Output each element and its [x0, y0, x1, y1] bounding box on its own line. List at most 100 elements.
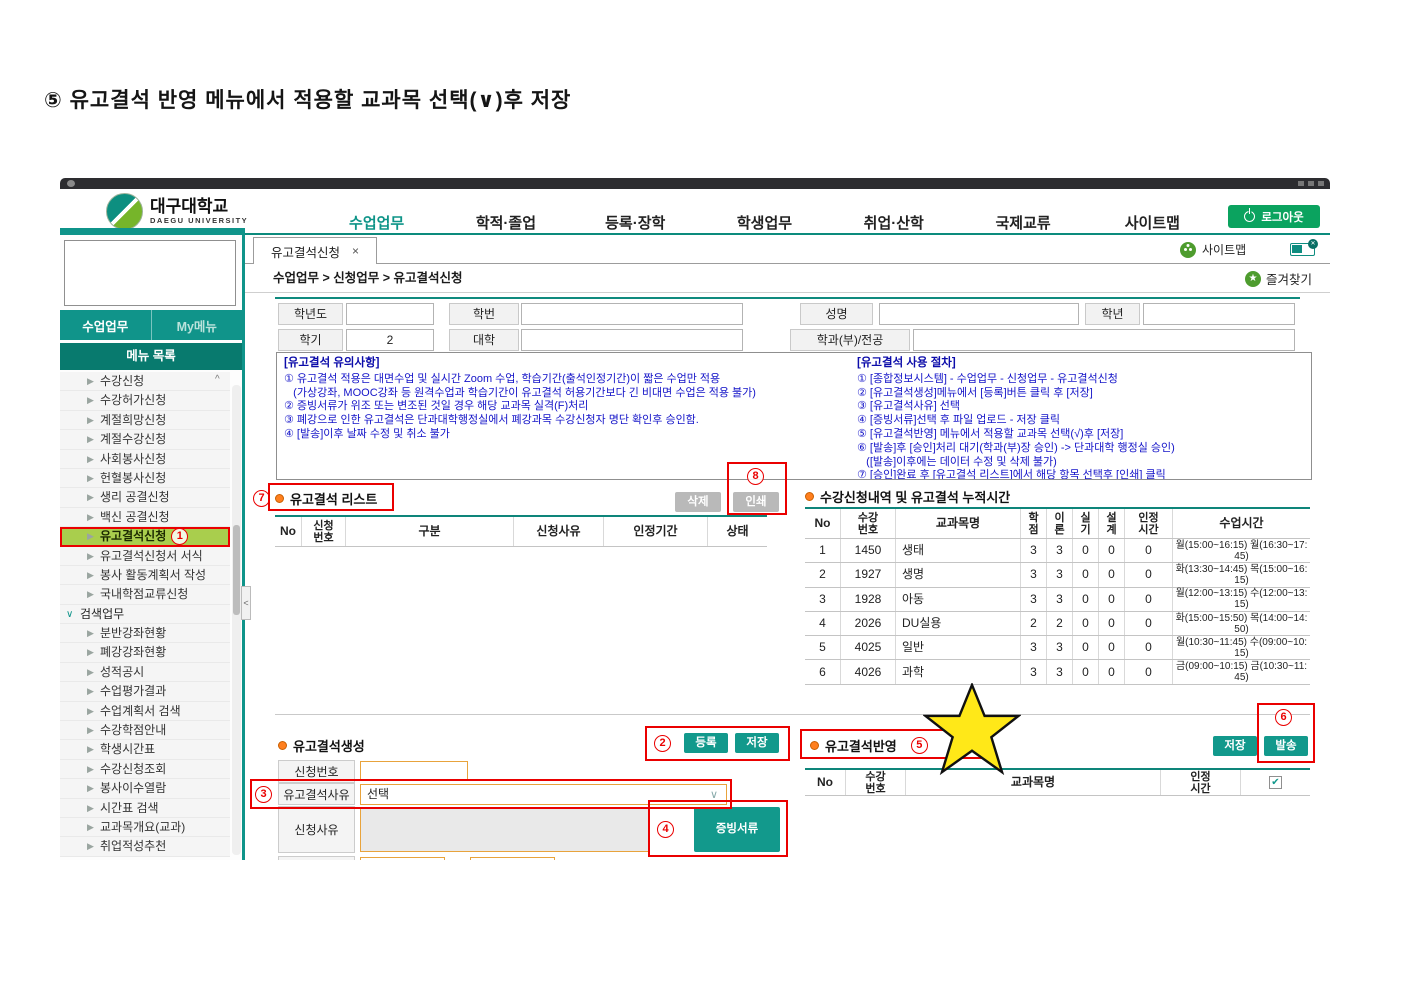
sidebar-top-strip: [60, 228, 245, 235]
apply-save-button[interactable]: 저장: [1213, 736, 1257, 756]
dept-input[interactable]: [913, 329, 1295, 351]
sidebar-item-학생시간표[interactable]: ▶ 학생시간표: [60, 740, 230, 760]
sidebar-item-봉사이수열람[interactable]: ▶ 봉사이수열람: [60, 779, 230, 799]
triangle-right-icon: ▶: [87, 821, 94, 832]
design-cell: 0: [1098, 611, 1124, 636]
sidebar-item-시간표 검색[interactable]: ▶ 시간표 검색: [60, 798, 230, 818]
student-id-input[interactable]: [521, 303, 743, 325]
column-header-신청사유: 신청사유: [513, 517, 603, 546]
sidebar-item-국내학점교류신청[interactable]: ▶ 국내학점교류신청: [60, 585, 230, 605]
evidence-button[interactable]: 증빙서류: [694, 807, 780, 852]
notice-line: ② 증빙서류가 위조 또는 변조된 것일 경우 해당 교과목 실격(F)처리: [284, 400, 589, 413]
term-input[interactable]: 2: [346, 329, 434, 351]
sidebar-item-수강신청[interactable]: ▶ 수강신청: [60, 372, 230, 392]
sidebar-item-헌혈봉사신청[interactable]: ▶ 헌혈봉사신청: [60, 468, 230, 489]
enrollment-row[interactable]: 3 1928 아동 3 3 0 0 0 월(12:00~13:15) 수(12:00~13:15…: [805, 587, 1310, 612]
sidebar-item-유고결석신청서 서식[interactable]: ▶ 유고결석신청서 서식: [60, 546, 230, 566]
enrollment-row[interactable]: 2 1927 생명 3 3 0 0 0 화(13:30~14:45) 목(15:00~16:15…: [805, 563, 1310, 588]
sidebar-item-성적공시[interactable]: ▶ 성적공시: [60, 662, 230, 683]
main-content: 유고결석신청 × 사이트맵 수업업무 > 신청업무 > 유고결석신청 ★ 즐겨찾…: [245, 235, 1330, 860]
triangle-right-icon: ▶: [87, 647, 94, 658]
grade-input[interactable]: [1143, 303, 1295, 325]
sidebar-item-수업계획서 검색[interactable]: ▶ 수업계획서 검색: [60, 701, 230, 722]
year-input[interactable]: [346, 303, 434, 325]
sidebar: 수업업무 My메뉴 메뉴 목록 ▶ 수강신청 ▶ 수강허가신청 ▶ 계절희망신청 ▶ 계절수강…: [60, 235, 242, 860]
sidebar-tab-mymenu[interactable]: My메뉴: [150, 310, 243, 340]
tab-close-icon[interactable]: ×: [352, 244, 359, 258]
print-button[interactable]: 인쇄: [733, 492, 779, 512]
browser-chrome-bar: [60, 178, 1330, 189]
sidebar-scrollbar-thumb[interactable]: [233, 525, 240, 615]
sidebar-item-검색업무[interactable]: ∨ 검색업무: [60, 604, 230, 625]
sidebar-scrollbar[interactable]: [232, 385, 241, 855]
favorite-button[interactable]: ★ 즐겨찾기: [1245, 269, 1312, 288]
lecture-cell: 3: [1046, 563, 1072, 587]
multi-window-icon[interactable]: [1290, 239, 1318, 256]
sidebar-item-생리 공결신청[interactable]: ▶ 생리 공결신청: [60, 488, 230, 508]
sitemap-link[interactable]: 사이트맵: [1180, 241, 1246, 258]
row-no-cell: 6: [819, 664, 826, 679]
column-header-No: No: [280, 524, 296, 538]
triangle-right-icon: ▶: [87, 686, 94, 697]
name-input[interactable]: [879, 303, 1079, 325]
absence-reason-select[interactable]: 선택 ∨: [360, 784, 727, 805]
triangle-right-icon: ▶: [87, 569, 94, 580]
sidebar-item-폐강강좌현황[interactable]: ▶ 폐강강좌현황: [60, 643, 230, 663]
college-label: 대학: [449, 329, 519, 351]
sitemap-label: 사이트맵: [1202, 243, 1247, 257]
request-no-input[interactable]: [360, 761, 468, 781]
sidebar-item-교과목개요(교과)[interactable]: ▶ 교과목개요(교과): [60, 817, 230, 838]
enrollment-row[interactable]: 6 4026 과학 3 3 0 0 0 금(09:00~10:15) 금(10:30~11:45…: [805, 660, 1310, 685]
detail-reason-textarea[interactable]: [360, 807, 650, 852]
sidebar-item-사회봉사신청[interactable]: ▶ 사회봉사신청: [60, 449, 230, 469]
annotation-badge-7: 7: [253, 490, 270, 507]
absence-reason-selected-value: 선택: [367, 787, 390, 801]
sidebar-item-봉사 활동계획서 작성[interactable]: ▶ 봉사 활동계획서 작성: [60, 565, 230, 586]
annotation-badge-2: 2: [654, 735, 671, 752]
sidebar-item-수강학점안내[interactable]: ▶ 수강학점안내: [60, 721, 230, 741]
favorite-label: 즐겨찾기: [1266, 273, 1313, 287]
breadcrumb: 수업업무 > 신청업무 > 유고결석신청: [273, 271, 463, 285]
sidebar-item-label: 수업평가결과: [100, 684, 167, 699]
sidebar-item-분반강좌현황[interactable]: ▶ 분반강좌현황: [60, 624, 230, 644]
annotation-badge-3: 3: [255, 786, 272, 803]
sidebar-item-수강신청조회[interactable]: ▶ 수강신청조회: [60, 759, 230, 780]
college-input[interactable]: [521, 329, 743, 351]
send-button[interactable]: 발송: [1264, 736, 1308, 756]
sidebar-item-백신 공결신청[interactable]: ▶ 백신 공결신청: [60, 507, 230, 528]
sidebar-item-label: 봉사 활동계획서 작성: [100, 567, 207, 582]
sidebar-item-수업평가결과[interactable]: ▶ 수업평가결과: [60, 682, 230, 702]
delete-button[interactable]: 삭제: [675, 492, 721, 512]
triangle-right-icon: ▶: [87, 453, 94, 464]
university-logo[interactable]: 대구대학교 DAEGU UNIVERSITY: [106, 193, 248, 230]
tab-absence-application[interactable]: 유고결석신청 ×: [253, 237, 377, 264]
sidebar-tab-work[interactable]: 수업업무: [60, 310, 151, 340]
enrollment-row[interactable]: 4 2026 DU실용 2 2 0 0 0 화(15:00~15:50) 목(14:00~14:…: [805, 611, 1310, 637]
create-save-button[interactable]: 저장: [735, 733, 779, 753]
sidebar-item-유고결석신청[interactable]: ▶ 유고결석신청 1: [60, 527, 230, 547]
logo-subtitle: DAEGU UNIVERSITY: [150, 216, 249, 225]
register-button[interactable]: 등록: [684, 733, 728, 753]
sidebar-item-label: 사회봉사신청: [100, 451, 167, 466]
logout-button[interactable]: 로그아웃: [1228, 205, 1320, 228]
design-cell: 0: [1098, 660, 1124, 684]
practice-cell: 0: [1072, 611, 1098, 636]
enrollment-row[interactable]: 5 4025 일반 3 3 0 0 0 월(10:30~11:45) 수(09:00~10:15…: [805, 636, 1310, 661]
sidebar-item-계절희망신청[interactable]: ▶ 계절희망신청: [60, 410, 230, 431]
sidebar-item-label: 분반강좌현황: [100, 626, 167, 641]
class-time-cell: 월(12:00~13:15) 수(12:00~13:15): [1172, 587, 1310, 611]
sidebar-collapse-handle[interactable]: <: [241, 586, 251, 620]
dept-label: 학과(부)/전공: [790, 329, 910, 351]
period-start-input[interactable]: [360, 857, 445, 860]
menu-scroll-up-icon[interactable]: ^: [215, 374, 220, 385]
sidebar-item-수강허가신청[interactable]: ▶ 수강허가신청: [60, 391, 230, 411]
sidebar-item-취업적성추천[interactable]: ▶ 취업적성추천: [60, 837, 230, 857]
triangle-right-icon: ▶: [87, 705, 94, 716]
enrollment-row[interactable]: 1 1450 생태 3 3 0 0 0 월(15:00~16:15) 월(16:30~17:45…: [805, 539, 1310, 564]
window-controls[interactable]: [1298, 181, 1324, 186]
select-all-checkbox[interactable]: ✔: [1269, 776, 1282, 789]
column-header-학점: 학 점: [1020, 509, 1046, 538]
sidebar-item-계절수강신청[interactable]: ▶ 계절수강신청: [60, 430, 230, 450]
period-end-input[interactable]: [470, 857, 555, 860]
sidebar-item-label: 검색업무: [80, 606, 125, 621]
